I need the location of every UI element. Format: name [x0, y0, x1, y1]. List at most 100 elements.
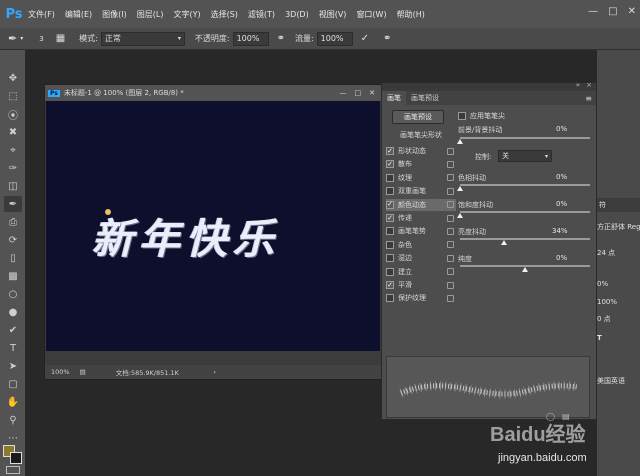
brightness-jitter-track[interactable]: [460, 238, 590, 240]
menu-3d[interactable]: 3D(D): [285, 10, 309, 19]
wet-edges-option[interactable]: 应用笔笔尖: [458, 111, 505, 121]
fg-bg-jitter-track[interactable]: [460, 137, 590, 139]
tab-brush-presets[interactable]: 画笔预设: [406, 91, 444, 105]
brush-option-checkbox[interactable]: [386, 173, 394, 182]
lock-icon[interactable]: [447, 187, 454, 195]
gradient-tool-icon[interactable]: ▩: [4, 268, 22, 284]
canvas[interactable]: 新年快乐: [46, 101, 380, 351]
doc-maximize-icon[interactable]: □: [355, 89, 362, 97]
brush-option-row[interactable]: 纹理: [386, 172, 456, 184]
brush-option-checkbox[interactable]: ✓: [386, 281, 394, 289]
shape-tool-icon[interactable]: ▢: [4, 376, 22, 392]
airbrush-icon[interactable]: ✓: [361, 33, 369, 44]
wet-edges-checkbox[interactable]: [458, 112, 466, 120]
eyedropper-tool-icon[interactable]: ✑: [4, 160, 22, 176]
baseline-value[interactable]: 0 点: [597, 314, 611, 324]
brush-option-row[interactable]: ✓ 颜色动态: [386, 198, 456, 211]
font-family[interactable]: 方正舒体 Reg.: [597, 222, 640, 232]
menu-file[interactable]: 文件(F): [28, 9, 55, 20]
pressure-size-icon[interactable]: ⚭: [383, 33, 391, 44]
blur-tool-icon[interactable]: ○: [4, 286, 22, 302]
brush-option-checkbox[interactable]: [386, 267, 394, 276]
lock-icon[interactable]: [447, 254, 454, 262]
menu-help[interactable]: 帮助(H): [397, 9, 425, 20]
language-value[interactable]: 美国英语: [597, 376, 625, 386]
document-title-bar[interactable]: Ps 未标题-1 @ 100% (图层 2, RGB/8) * — □ ✕: [45, 85, 381, 101]
purity-knob[interactable]: [522, 267, 528, 272]
lock-icon[interactable]: [447, 268, 454, 276]
background-color-swatch[interactable]: [10, 452, 22, 464]
lock-icon[interactable]: [447, 294, 454, 302]
brush-option-checkbox[interactable]: ✓: [386, 214, 394, 222]
brush-option-checkbox[interactable]: [386, 254, 394, 263]
zoom-level[interactable]: 100%: [51, 368, 70, 376]
history-brush-tool-icon[interactable]: ⟳: [4, 232, 22, 248]
move-tool-icon[interactable]: ✥: [4, 70, 22, 86]
menu-window[interactable]: 窗口(W): [356, 9, 386, 20]
healing-tool-icon[interactable]: ◫: [4, 178, 22, 194]
brush-option-row[interactable]: ✓ 形状动态: [386, 145, 456, 157]
brush-option-checkbox[interactable]: [386, 227, 394, 236]
brush-option-checkbox[interactable]: [386, 294, 394, 303]
brush-tool-icon[interactable]: ✒: [8, 32, 17, 45]
eraser-tool-icon[interactable]: ▯: [4, 250, 22, 266]
brush-option-row[interactable]: 杂色: [386, 239, 456, 251]
lock-icon[interactable]: [447, 241, 454, 249]
brush-option-row[interactable]: 双重画笔: [386, 185, 456, 197]
dodge-tool-icon[interactable]: ●: [4, 304, 22, 320]
lock-icon[interactable]: [447, 174, 454, 182]
menu-layer[interactable]: 图层(L): [137, 9, 164, 20]
brightness-jitter-knob[interactable]: [501, 240, 508, 245]
lock-icon[interactable]: [447, 147, 454, 155]
lock-icon[interactable]: [447, 160, 454, 168]
doc-minimize-icon[interactable]: —: [340, 89, 347, 97]
character-tab[interactable]: 符: [597, 198, 640, 212]
tab-brush[interactable]: 画笔: [382, 91, 406, 105]
hue-jitter-knob[interactable]: [457, 186, 463, 191]
hue-jitter-track[interactable]: [460, 184, 590, 186]
panel-menu-icon[interactable]: ≡: [585, 94, 592, 103]
brush-panel-toggle-icon[interactable]: ▦: [56, 33, 65, 44]
flow-field[interactable]: 100%: [316, 31, 353, 46]
stamp-tool-icon[interactable]: ⎙: [4, 214, 22, 230]
brush-option-row[interactable]: ✓ 散布: [386, 158, 456, 170]
menu-type[interactable]: 文字(Y): [173, 9, 200, 20]
menu-filter[interactable]: 滤镜(T): [248, 9, 275, 20]
pressure-opacity-icon[interactable]: ⚭: [277, 33, 285, 44]
document-size[interactable]: 文档:585.9K/851.1K: [116, 367, 179, 377]
brush-size[interactable]: 3: [39, 35, 43, 43]
panel-close-icon[interactable]: ×: [586, 81, 592, 89]
brush-option-checkbox[interactable]: ✓: [386, 200, 394, 209]
brush-option-row[interactable]: 建立: [386, 266, 456, 278]
type-tool-icon[interactable]: T: [4, 340, 22, 356]
opacity-field[interactable]: 100%: [232, 31, 269, 46]
doc-close-icon[interactable]: ✕: [369, 89, 375, 97]
brush-option-row[interactable]: ✓ 传递: [386, 212, 456, 224]
brush-tool-icon[interactable]: ✒: [4, 196, 22, 212]
text-style-icons[interactable]: T: [597, 334, 606, 342]
control-select[interactable]: 关 ▾: [498, 150, 552, 162]
tip-shape-row[interactable]: 画笔笔尖形状: [386, 129, 456, 141]
brush-option-row[interactable]: 保护纹理: [386, 292, 456, 304]
fg-bg-jitter-knob[interactable]: [457, 139, 463, 144]
lock-icon[interactable]: [447, 201, 454, 209]
menu-view[interactable]: 视图(V): [319, 9, 347, 20]
brush-panel-header[interactable]: » ×: [382, 81, 596, 91]
brush-option-checkbox[interactable]: [386, 187, 394, 196]
brush-presets-button[interactable]: 画笔预设: [392, 110, 444, 124]
lasso-tool-icon[interactable]: ⦿: [4, 106, 22, 122]
brush-option-row[interactable]: 画笔笔势: [386, 225, 456, 237]
menu-edit[interactable]: 编辑(E): [65, 9, 92, 20]
brush-option-checkbox[interactable]: ✓: [386, 147, 394, 155]
path-select-tool-icon[interactable]: ➤: [4, 358, 22, 374]
saturation-jitter-track[interactable]: [460, 211, 590, 213]
minimize-icon[interactable]: —: [588, 6, 598, 17]
menu-image[interactable]: 图像(I): [102, 9, 127, 20]
lock-icon[interactable]: [447, 214, 454, 222]
marquee-tool-icon[interactable]: ⬚: [4, 88, 22, 104]
collapse-icon[interactable]: »: [576, 81, 580, 89]
close-icon[interactable]: ✕: [628, 6, 636, 17]
brush-option-checkbox[interactable]: ✓: [386, 160, 394, 169]
dropdown-arrow-icon[interactable]: ▾: [20, 35, 23, 42]
maximize-icon[interactable]: □: [608, 6, 617, 17]
